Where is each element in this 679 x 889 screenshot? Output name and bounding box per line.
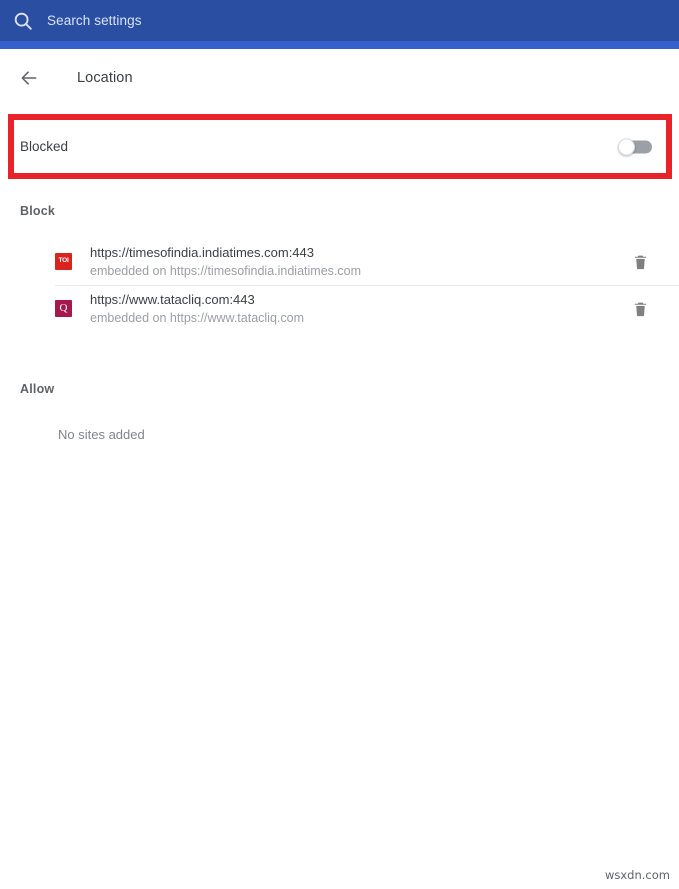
settings-page: Search settings Location Blocked Block T… — [0, 0, 679, 889]
site-text-group: https://timesofindia.indiatimes.com:443 … — [90, 243, 628, 280]
sub-header: Location — [0, 49, 679, 107]
toi-favicon-text: TOI — [58, 257, 69, 265]
permission-toggle-row[interactable]: Blocked — [0, 119, 679, 174]
toggle-knob — [618, 138, 635, 155]
header-accent-strip — [0, 41, 679, 49]
list-item[interactable]: TOI https://timesofindia.indiatimes.com:… — [0, 238, 679, 285]
section-heading-block: Block — [20, 204, 56, 218]
search-header: Search settings — [0, 0, 679, 41]
site-text-group: https://www.tatacliq.com:443 embedded on… — [90, 290, 628, 327]
permission-toggle-label: Blocked — [20, 139, 69, 154]
section-heading-allow: Allow — [20, 382, 55, 396]
allow-empty-state: No sites added — [58, 427, 145, 442]
toi-favicon: TOI — [55, 253, 72, 270]
site-url: https://www.tatacliq.com:443 — [90, 292, 255, 307]
watermark: wsxdn.com — [604, 868, 670, 882]
search-icon[interactable] — [12, 10, 34, 32]
blocked-site-list: TOI https://timesofindia.indiatimes.com:… — [0, 238, 679, 332]
list-item[interactable]: Q https://www.tatacliq.com:443 embedded … — [0, 285, 679, 332]
tatacliq-favicon-text: Q — [59, 302, 68, 314]
site-embedded-origin: embedded on https://www.tatacliq.com — [90, 311, 305, 325]
search-input[interactable]: Search settings — [47, 13, 142, 28]
arrow-left-icon[interactable] — [18, 67, 40, 89]
tatacliq-favicon: Q — [55, 300, 72, 317]
trash-icon[interactable] — [628, 250, 652, 274]
trash-icon[interactable] — [628, 297, 652, 321]
page-title: Location — [77, 70, 133, 86]
site-url: https://timesofindia.indiatimes.com:443 — [90, 245, 314, 260]
permission-toggle-switch[interactable] — [618, 138, 652, 155]
site-embedded-origin: embedded on https://timesofindia.indiati… — [90, 264, 361, 278]
